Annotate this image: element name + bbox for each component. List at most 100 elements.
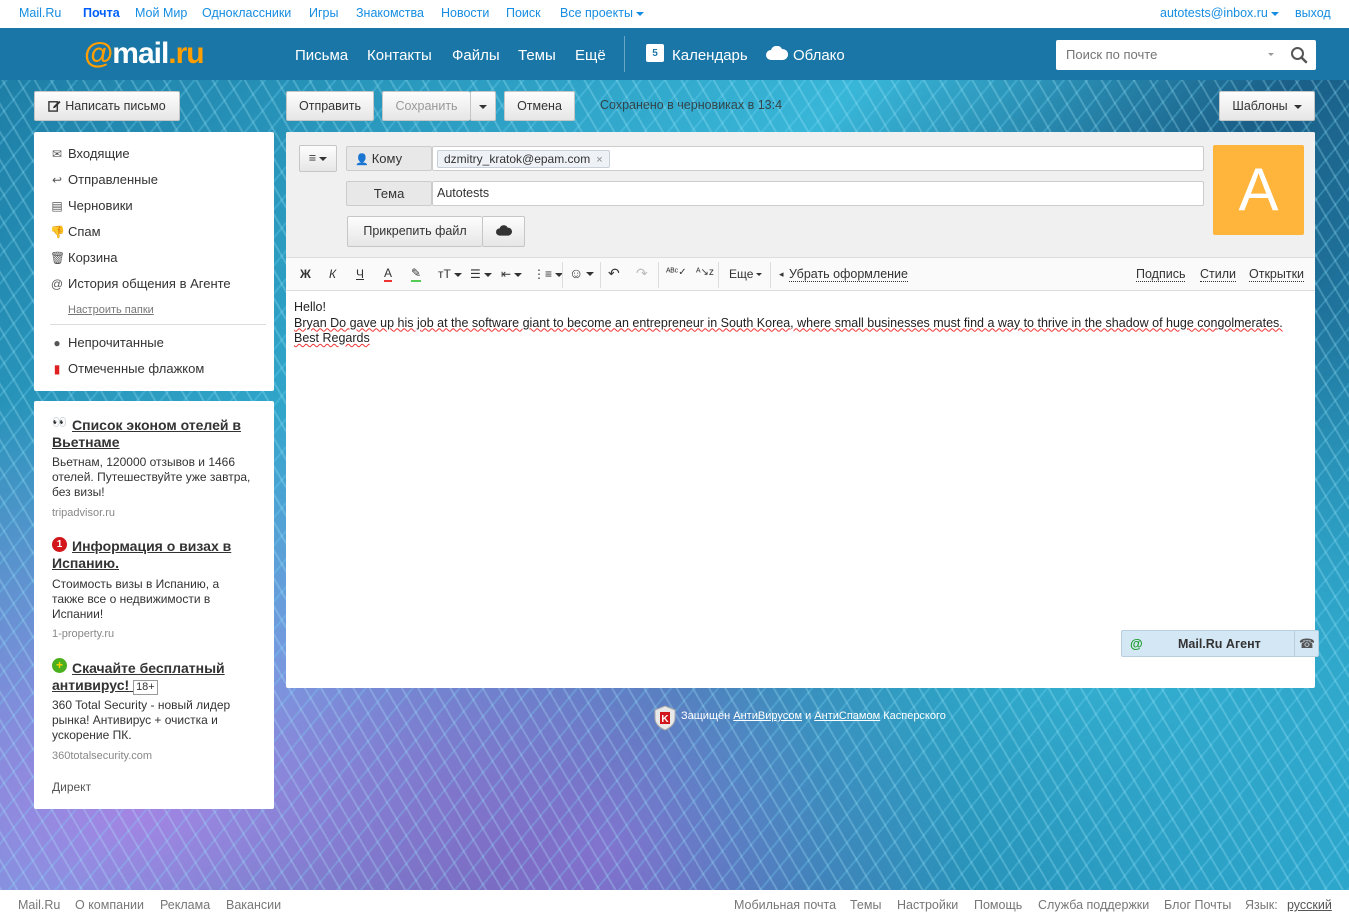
format-toolbar: Ж К Ч A ✎ тT ☰ ⇤ ⋮≡ ☺ ↶ ↷ ᴬᴮᶜ✓ ᴬ↘z Еще ◂… — [286, 257, 1315, 291]
postcards-link[interactable]: Открытки — [1249, 267, 1305, 282]
folder-label: Отправленные — [68, 172, 158, 187]
translate-icon[interactable]: ᴬ↘z — [696, 267, 714, 278]
undo-icon[interactable]: ↶ — [608, 265, 620, 282]
logout-link[interactable]: выход — [1295, 6, 1331, 20]
folder-agent-history[interactable]: @ История общения в Агенте — [50, 276, 231, 291]
close-icon[interactable]: × — [596, 154, 602, 166]
folder-sent[interactable]: ↩ Отправленные — [50, 172, 158, 187]
attach-from-cloud-button[interactable] — [482, 216, 525, 247]
footer-link-settings[interactable]: Настройки — [897, 898, 958, 912]
ad-domain[interactable]: 1-property.ru — [52, 628, 114, 640]
calendar-icon[interactable]: 5 — [646, 44, 664, 62]
nav-calendar[interactable]: Календарь — [672, 47, 748, 64]
footer-link-about[interactable]: О компании — [75, 898, 144, 912]
send-button[interactable]: Отправить — [286, 91, 374, 121]
ad-title[interactable]: Скачайте бесплатный антивирус! 18+ — [52, 660, 262, 695]
chevron-down-icon — [635, 11, 644, 16]
search-icon[interactable] — [1290, 46, 1308, 64]
footer-link-help[interactable]: Помощь — [974, 898, 1022, 912]
user-menu[interactable]: autotests@inbox.ru — [1160, 6, 1279, 20]
templates-button[interactable]: Шаблоны — [1219, 91, 1315, 121]
folder-inbox[interactable]: ✉ Входящие — [50, 146, 130, 161]
italic-button[interactable]: К — [329, 267, 336, 281]
topbar-link-mail[interactable]: Почта — [83, 6, 120, 20]
folder-label: Спам — [68, 224, 101, 239]
footer-link-mobile[interactable]: Мобильная почта — [734, 898, 836, 912]
ad-domain[interactable]: tripadvisor.ru — [52, 507, 115, 519]
kaspersky-prefix: Защищён — [681, 710, 731, 722]
nav-cloud[interactable]: Облако — [793, 47, 845, 64]
emoji-icon[interactable]: ☺ — [569, 265, 595, 281]
redo-icon[interactable]: ↷ — [636, 265, 648, 282]
footer-link-ads[interactable]: Реклама — [160, 898, 210, 912]
ad-domain[interactable]: 360totalsecurity.com — [52, 750, 152, 762]
to-field[interactable]: dzmitry_kratok@epam.com × — [432, 146, 1204, 171]
underline-button[interactable]: Ч — [356, 267, 364, 281]
footer-link-blog[interactable]: Блог Почты — [1164, 898, 1231, 912]
topbar-link-mailru[interactable]: Mail.Ru — [19, 6, 61, 20]
mailru-logo[interactable]: @mail.ru — [84, 37, 205, 71]
nav-files[interactable]: Файлы — [452, 47, 500, 64]
folder-spam[interactable]: 👎 Спам — [50, 224, 101, 239]
subject-field[interactable]: Autotests — [432, 181, 1204, 206]
indent-icon[interactable]: ⇤ — [501, 267, 523, 281]
list-icon[interactable]: ⋮≡ — [533, 267, 564, 281]
text-color-icon[interactable]: A — [384, 267, 393, 282]
font-size-icon[interactable]: тT — [438, 267, 462, 281]
antivirus-link[interactable]: АнтиВирусом — [733, 710, 802, 722]
bold-button[interactable]: Ж — [300, 267, 311, 281]
topbar-link-dating[interactable]: Знакомства — [356, 6, 424, 20]
language-select[interactable]: русский — [1287, 898, 1332, 912]
footer-link-support[interactable]: Служба поддержки — [1038, 898, 1149, 912]
inbox-icon: ✉ — [51, 147, 63, 161]
ad-title[interactable]: Информация о визах в Испанию. — [52, 538, 262, 572]
fields-menu-button[interactable]: ≡ — [299, 145, 337, 172]
agent-at-icon: @ — [1130, 636, 1143, 651]
nav-contacts[interactable]: Контакты — [367, 47, 432, 64]
filter-flagged[interactable]: ▮ Отмеченные флажком — [50, 361, 205, 376]
body-line-text: Best Regards — [294, 331, 370, 345]
spellcheck-icon[interactable]: ᴬᴮᶜ✓ — [666, 267, 687, 278]
filter-unread[interactable]: ● Непрочитанные — [50, 335, 163, 350]
phone-icon[interactable]: ☎ — [1294, 631, 1319, 656]
highlight-icon[interactable]: ✎ — [411, 267, 422, 282]
topbar-link-mymir[interactable]: Мой Мир — [135, 6, 187, 20]
topbar-link-ok[interactable]: Одноклассники — [202, 6, 291, 20]
topbar-all-projects[interactable]: Все проекты — [560, 6, 644, 20]
styles-link[interactable]: Стили — [1200, 267, 1237, 282]
chevron-down-icon — [586, 272, 595, 277]
attach-file-button[interactable]: Прикрепить файл — [347, 216, 482, 247]
kaspersky-suffix: Касперского — [883, 710, 946, 722]
align-icon[interactable]: ☰ — [470, 267, 492, 281]
nav-letters[interactable]: Письма — [295, 47, 348, 64]
compose-button[interactable]: Написать письмо — [34, 91, 180, 121]
folder-drafts[interactable]: ▤ Черновики — [50, 198, 132, 213]
ad-title[interactable]: Список эконом отелей в Вьетнаме — [52, 417, 262, 451]
search-input[interactable] — [1066, 47, 1256, 62]
more-format-button[interactable]: Еще — [729, 267, 763, 281]
cloud-icon[interactable] — [766, 46, 788, 60]
cancel-button[interactable]: Отмена — [504, 91, 575, 121]
recipient-chip[interactable]: dzmitry_kratok@epam.com × — [437, 150, 610, 168]
topbar-link-search[interactable]: Поиск — [506, 6, 541, 20]
nav-more[interactable]: Ещё — [575, 47, 606, 64]
search-options-chevron-icon[interactable] — [1268, 53, 1274, 56]
save-button[interactable]: Сохранить — [382, 91, 470, 121]
topbar-link-news[interactable]: Новости — [441, 6, 489, 20]
footer-link-themes[interactable]: Темы — [850, 898, 881, 912]
antispam-link[interactable]: АнтиСпамом — [814, 710, 880, 722]
person-icon: 👤 — [355, 154, 369, 166]
save-options-button[interactable] — [470, 91, 496, 121]
mailru-agent-bar[interactable]: @ Mail.Ru Агент ☎ — [1121, 630, 1319, 657]
topbar-link-games[interactable]: Игры — [309, 6, 338, 20]
folder-trash[interactable]: 🗑 Корзина — [50, 250, 118, 265]
message-body[interactable]: Hello! Bryan Do gave up his job at the s… — [294, 300, 1283, 347]
to-label-button[interactable]: 👤 Кому — [346, 146, 432, 171]
configure-folders-link[interactable]: Настроить папки — [68, 304, 154, 316]
direct-link[interactable]: Директ — [52, 780, 91, 794]
footer-link-mailru[interactable]: Mail.Ru — [18, 898, 60, 912]
signature-link[interactable]: Подпись — [1136, 267, 1186, 282]
footer-link-jobs[interactable]: Вакансии — [226, 898, 281, 912]
remove-format-link[interactable]: Убрать оформление — [789, 267, 908, 282]
nav-themes[interactable]: Темы — [518, 47, 556, 64]
